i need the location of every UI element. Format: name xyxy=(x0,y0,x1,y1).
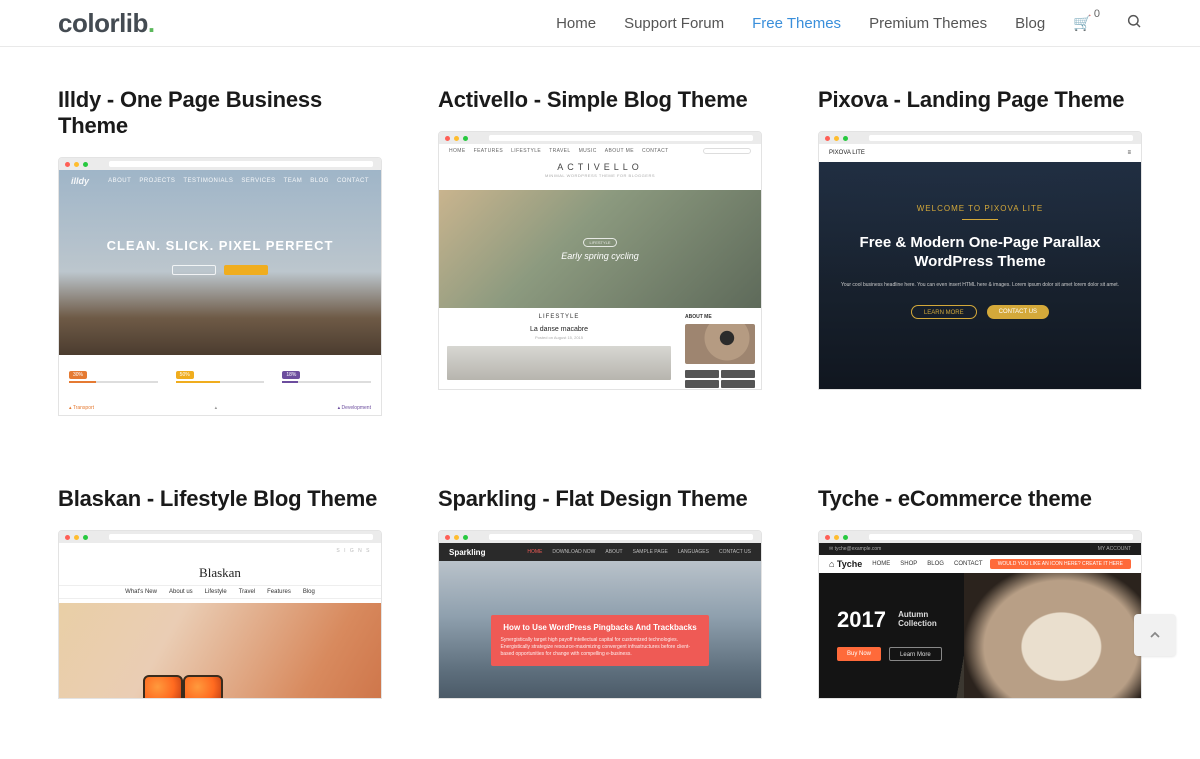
nav-blog[interactable]: Blog xyxy=(1015,15,1045,32)
theme-card-tyche[interactable]: Tyche - eCommerce theme ✉ tyche@example.… xyxy=(818,486,1142,699)
theme-card-blaskan[interactable]: Blaskan - Lifestyle Blog Theme S I G N S… xyxy=(58,486,382,699)
illdy-headline: CLEAN. SLICK. PIXEL PERFECT xyxy=(59,238,381,253)
browser-chrome xyxy=(59,531,381,543)
preview-viewport: illdy ABOUT PROJECTS TESTIMONIALS SERVIC… xyxy=(59,170,381,415)
brand-logo[interactable]: colorlib. xyxy=(58,8,155,39)
search-icon xyxy=(1126,13,1142,29)
browser-chrome xyxy=(59,158,381,170)
theme-preview: ✉ tyche@example.com MY ACCOUNT ⌂ Tyche H… xyxy=(818,530,1142,699)
tyche-hero-image xyxy=(964,573,1141,698)
traffic-light-min-icon xyxy=(74,535,79,540)
traffic-light-close-icon xyxy=(65,162,70,167)
pixova-learn-button: LEARN MORE xyxy=(911,305,977,319)
traffic-light-min-icon xyxy=(454,535,459,540)
traffic-light-close-icon xyxy=(825,535,830,540)
traffic-light-max-icon xyxy=(83,162,88,167)
site-header: colorlib. Home Support Forum Free Themes… xyxy=(0,0,1200,47)
themes-container: Illdy - One Page Business Theme illdy AB… xyxy=(0,47,1200,759)
nav-support-forum[interactable]: Support Forum xyxy=(624,15,724,32)
theme-card-illdy[interactable]: Illdy - One Page Business Theme illdy AB… xyxy=(58,87,382,416)
pixova-contact-button: CONTACT US xyxy=(987,305,1049,319)
illdy-brand: illdy xyxy=(71,176,89,186)
activello-logo: ACTIVELLO xyxy=(439,162,761,172)
sunglasses-icon xyxy=(143,675,223,698)
traffic-light-min-icon xyxy=(74,162,79,167)
theme-preview: illdy ABOUT PROJECTS TESTIMONIALS SERVIC… xyxy=(58,157,382,416)
traffic-light-close-icon xyxy=(65,535,70,540)
preview-viewport: HOME FEATURES LIFESTYLE TRAVEL MUSIC ABO… xyxy=(439,144,761,389)
back-to-top-button[interactable] xyxy=(1134,614,1176,656)
preview-viewport: S I G N S Blaskan What's New About us Li… xyxy=(59,543,381,698)
illdy-button-primary xyxy=(224,265,268,275)
theme-preview: Sparkling HOME DOWNLOAD NOW ABOUT SAMPLE… xyxy=(438,530,762,699)
traffic-light-min-icon xyxy=(454,136,459,141)
nav-home[interactable]: Home xyxy=(556,15,596,32)
theme-title: Sparkling - Flat Design Theme xyxy=(438,486,762,512)
activello-about-image xyxy=(685,324,755,364)
brand-dot: . xyxy=(148,8,155,38)
nav-free-themes[interactable]: Free Themes xyxy=(752,15,841,32)
divider-icon xyxy=(962,219,998,220)
tyche-buy-button: Buy Now xyxy=(837,647,881,661)
theme-preview: S I G N S Blaskan What's New About us Li… xyxy=(58,530,382,699)
traffic-light-min-icon xyxy=(834,535,839,540)
traffic-light-min-icon xyxy=(834,136,839,141)
preview-viewport: PIXOVA LITE ≡ WELCOME TO PIXOVA LITE Fre… xyxy=(819,144,1141,389)
theme-title: Tyche - eCommerce theme xyxy=(818,486,1142,512)
activello-post-image xyxy=(447,346,671,380)
traffic-light-max-icon xyxy=(843,136,848,141)
browser-chrome xyxy=(819,132,1141,144)
theme-preview: PIXOVA LITE ≡ WELCOME TO PIXOVA LITE Fre… xyxy=(818,131,1142,390)
activello-search-input xyxy=(703,148,751,154)
theme-title: Activello - Simple Blog Theme xyxy=(438,87,762,113)
hamburger-icon: ≡ xyxy=(1127,150,1131,156)
illdy-button-outline xyxy=(172,265,216,275)
theme-title: Blaskan - Lifestyle Blog Theme xyxy=(58,486,382,512)
chevron-up-icon xyxy=(1147,627,1163,643)
traffic-light-close-icon xyxy=(445,535,450,540)
tyche-learn-button: Learn More xyxy=(889,647,942,661)
activello-tagline: MINIMAL WORDPRESS THEME FOR BLOGGERS xyxy=(439,173,761,178)
pixova-brand: PIXOVA LITE xyxy=(829,150,865,156)
theme-card-sparkling[interactable]: Sparkling - Flat Design Theme Sparkling … xyxy=(438,486,762,699)
themes-grid: Illdy - One Page Business Theme illdy AB… xyxy=(58,87,1142,699)
activello-social-icons xyxy=(685,370,755,388)
theme-title: Pixova - Landing Page Theme xyxy=(818,87,1142,113)
top-nav: Home Support Forum Free Themes Premium T… xyxy=(556,13,1142,34)
traffic-light-max-icon xyxy=(463,535,468,540)
theme-card-activello[interactable]: Activello - Simple Blog Theme HOME FEATU… xyxy=(438,87,762,416)
pixova-headline: Free & Modern One-Page Parallax WordPres… xyxy=(839,234,1121,272)
traffic-light-max-icon xyxy=(843,535,848,540)
traffic-light-close-icon xyxy=(445,136,450,141)
preview-viewport: Sparkling HOME DOWNLOAD NOW ABOUT SAMPLE… xyxy=(439,543,761,698)
cart-button[interactable]: 🛒 0 xyxy=(1073,14,1098,32)
browser-chrome xyxy=(819,531,1141,543)
theme-title: Illdy - One Page Business Theme xyxy=(58,87,382,139)
traffic-light-close-icon xyxy=(825,136,830,141)
theme-preview: HOME FEATURES LIFESTYLE TRAVEL MUSIC ABO… xyxy=(438,131,762,390)
browser-chrome xyxy=(439,132,761,144)
theme-card-pixova[interactable]: Pixova - Landing Page Theme PIXOVA LITE … xyxy=(818,87,1142,416)
blaskan-logo: Blaskan xyxy=(59,565,381,581)
brand-name: colorlib xyxy=(58,8,148,38)
preview-viewport: ✉ tyche@example.com MY ACCOUNT ⌂ Tyche H… xyxy=(819,543,1141,698)
traffic-light-max-icon xyxy=(463,136,468,141)
browser-chrome xyxy=(439,531,761,543)
cart-icon: 🛒 xyxy=(1073,14,1092,32)
nav-premium-themes[interactable]: Premium Themes xyxy=(869,15,987,32)
cart-count: 0 xyxy=(1094,8,1100,20)
search-button[interactable] xyxy=(1126,13,1142,34)
traffic-light-max-icon xyxy=(83,535,88,540)
